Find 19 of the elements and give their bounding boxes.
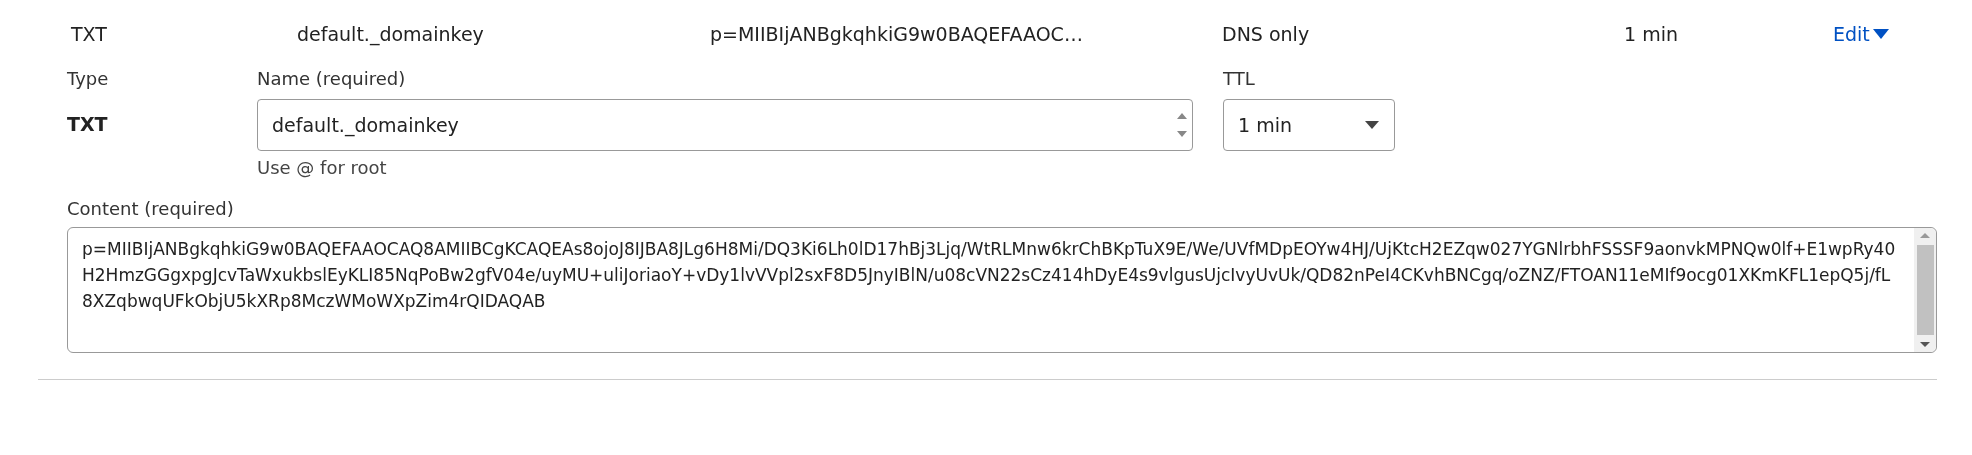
caret-icon: [1871, 28, 1890, 40]
name-hint: Use @ for root: [257, 157, 388, 178]
caret-icon: [1364, 120, 1380, 130]
spinner-arrows-icon: [1176, 111, 1188, 139]
ttl-dropdown[interactable]: 1 min: [1223, 99, 1395, 151]
record-content: p=MIIBIjANBgkqhkiG9w0BAQEFAAOC…: [710, 23, 1084, 45]
type-value: TXT: [67, 112, 109, 137]
proxy-status: DNS only: [1222, 23, 1311, 45]
record-type: TXT: [71, 23, 108, 45]
scroll-bar[interactable]: [1914, 228, 1936, 352]
name-input-field[interactable]: default._domainkey: [257, 99, 1193, 151]
record-name: default._domainkey: [297, 23, 485, 45]
ttl-label: TTL: [1223, 68, 1256, 89]
type-label: Type: [67, 68, 110, 89]
edit-link[interactable]: Edit: [1833, 23, 1972, 45]
content-label: Content (required): [67, 198, 235, 219]
name-label: Name (required): [257, 68, 407, 89]
content-text-area[interactable]: p=MIIBIjANBgkqhkiG9w0BAQEFAAOCAQ8AMIIBCgKCAQEAs8ojoJ8IJBA8JLg6H8Mi/DQ3Ki6Lh0lD17hBj3Ljq/WtRLMnw6krChBKpTuX9E/We/UVfMDpEOYw4HJ/UjKtcH2EZqw027YGNlrbhFSSSF9aonvkMPNQw0lf+E1wpRy40H2HmzGGgxpgJcvTaWxukbslEyKLI85NqPoBw2gfV04e/uyMU+uliJoriaoY+vDy1lvVVpl2sxF8D5JnyIBlN/u08cVN22sCz414hDyE4s9vlgusUjcIvyUvUk/QD82nPeI4CKvhBNCgq/oZNZ/FTOAN11eMIf9ocg01XKmKFL1epQ5j/fL8XZqbwqUFkObjU5kXRp8MczWMoWXpZim4rQIDAQAB: [67, 227, 1937, 353]
record-ttl: 1 min: [1624, 23, 1679, 45]
